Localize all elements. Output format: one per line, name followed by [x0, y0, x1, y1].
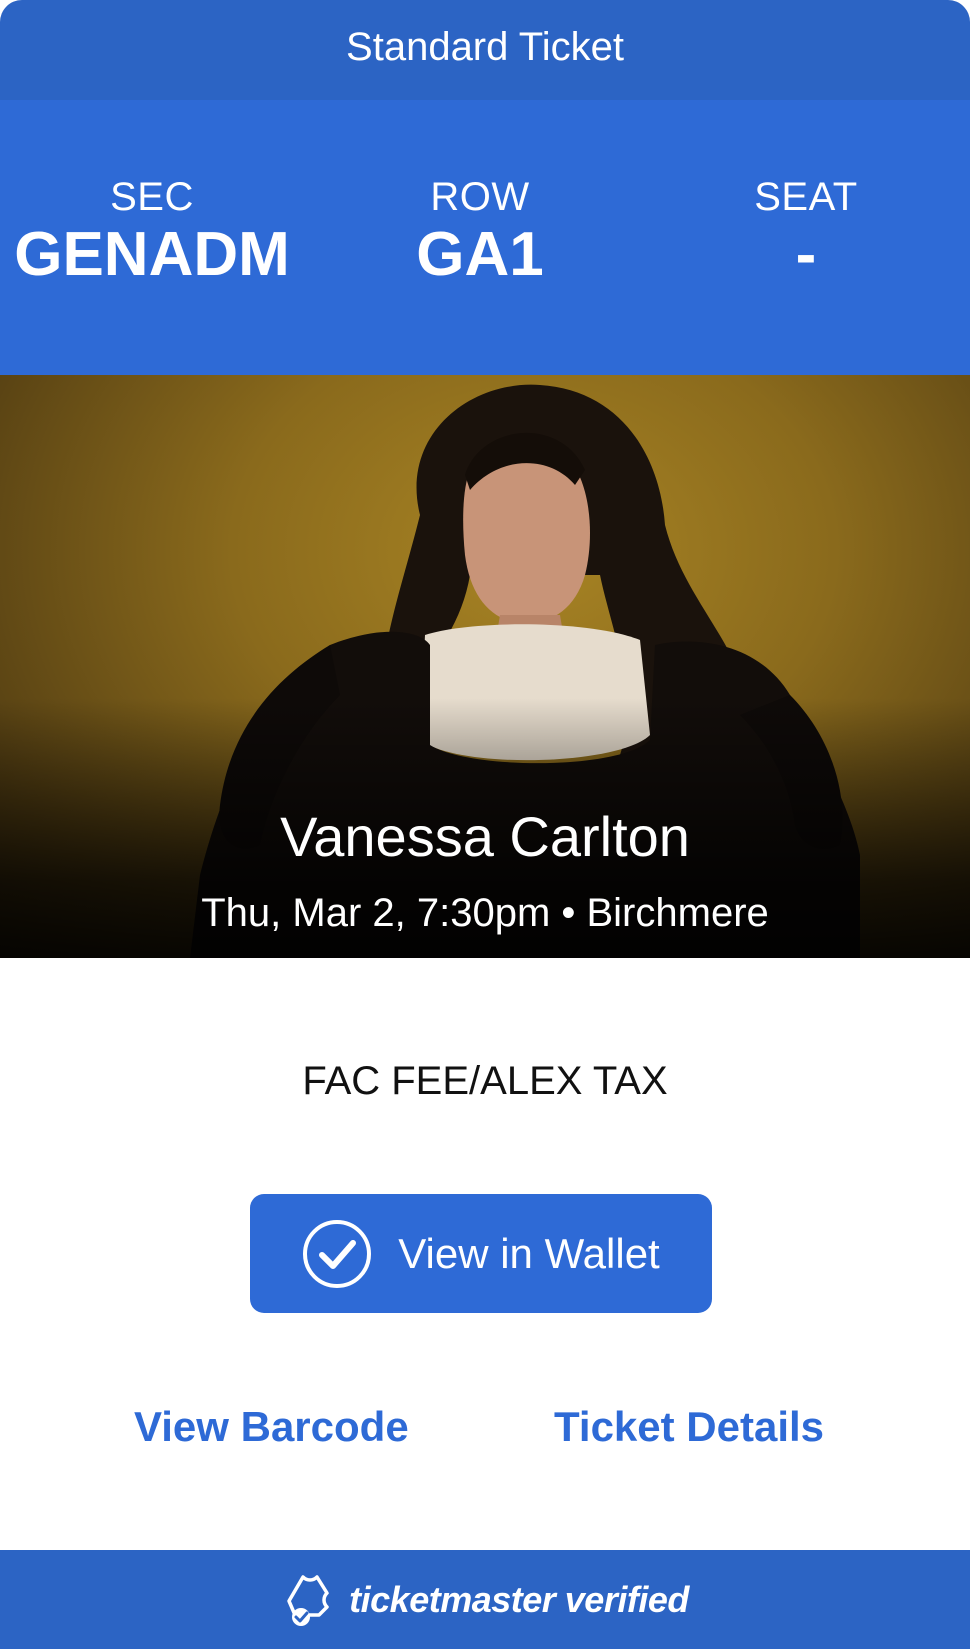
seat-info-panel: SEC GENADM ROW GA1 SEAT - [0, 100, 970, 375]
ticket-type-title: Standard Ticket [346, 25, 624, 69]
row-info: ROW GA1 [320, 172, 640, 288]
event-name: Vanessa Carlton [280, 805, 690, 868]
verified-footer: ticketmaster verified [0, 1550, 970, 1649]
section-info: SEC GENADM [0, 172, 312, 288]
row-value: GA1 [416, 220, 544, 289]
view-barcode-link[interactable]: View Barcode [134, 1402, 409, 1452]
wallet-button-label: View in Wallet [398, 1229, 660, 1277]
seat-value: - [795, 220, 817, 289]
event-date-venue: Thu, Mar 2, 7:30pm • Birchmere [201, 891, 769, 935]
ticket-type-header: Standard Ticket [0, 0, 970, 100]
seat-info: SEAT - [646, 172, 966, 288]
ticketmaster-ticket-check-icon [287, 1574, 329, 1626]
seat-label: SEAT [754, 175, 858, 219]
event-hero-image: Vanessa Carlton Thu, Mar 2, 7:30pm • Bir… [0, 375, 970, 958]
ticket-details-link[interactable]: Ticket Details [554, 1402, 824, 1452]
checkmark-circle-icon [303, 1219, 372, 1288]
ticketmaster-verified-logo: ticketmaster verified [349, 1578, 689, 1620]
section-value: GENADM [14, 220, 290, 289]
view-in-wallet-button[interactable]: View in Wallet [250, 1194, 712, 1313]
row-label: ROW [430, 175, 530, 219]
fee-note: FAC FEE/ALEX TAX [302, 1059, 668, 1103]
section-label: SEC [110, 175, 194, 219]
